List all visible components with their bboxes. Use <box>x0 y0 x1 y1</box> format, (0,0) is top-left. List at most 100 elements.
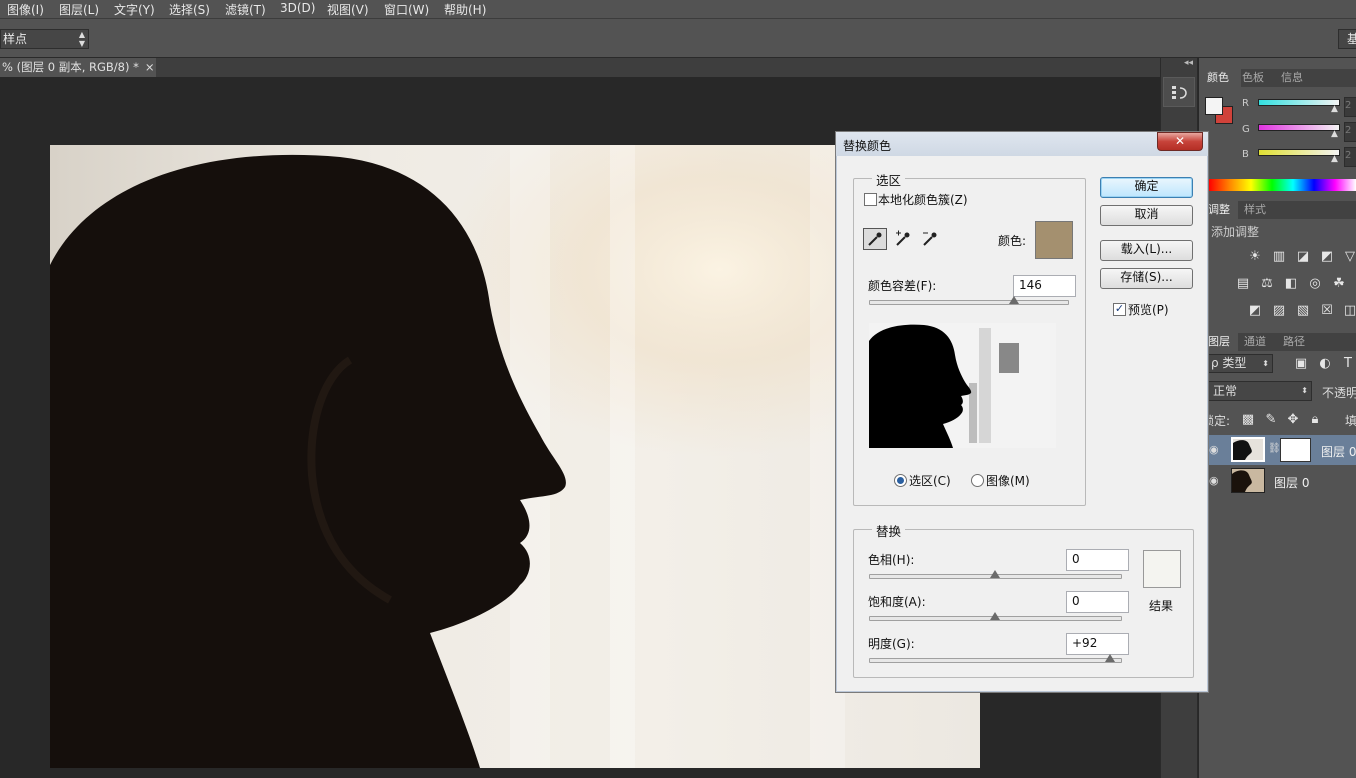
levels-icon[interactable]: ▥ <box>1271 250 1287 264</box>
lock-transparent-icon[interactable]: ▩ <box>1240 413 1256 427</box>
tab-styles[interactable]: 样式 <box>1244 201 1266 219</box>
hue-input[interactable]: 0 <box>1066 549 1129 571</box>
selective-color-icon[interactable]: ☒ <box>1319 304 1335 318</box>
load-button[interactable]: 载入(L)... <box>1100 240 1193 261</box>
threshold-icon[interactable]: ▧ <box>1295 304 1311 318</box>
layer-name[interactable]: 图层 0 <box>1274 474 1309 491</box>
channel-b-slider[interactable] <box>1258 149 1340 156</box>
filter-type-icon[interactable]: T <box>1340 357 1356 371</box>
lock-move-icon[interactable]: ✥ <box>1285 413 1301 427</box>
vibrance-icon[interactable]: ▽ <box>1342 250 1356 264</box>
channel-r-value[interactable]: 2 <box>1344 97 1356 117</box>
selected-color-swatch[interactable] <box>1035 221 1073 259</box>
layer-filter-select[interactable]: ρ 类型 ⬍ <box>1207 354 1273 373</box>
fuzziness-slider-thumb[interactable] <box>1008 296 1019 304</box>
tab-channels[interactable]: 通道 <box>1244 333 1266 351</box>
history-panel-button[interactable] <box>1163 77 1195 107</box>
menu-filter[interactable]: 滤镜(T) <box>225 1 266 18</box>
posterize-icon[interactable]: ▨ <box>1271 304 1287 318</box>
blend-mode-select[interactable]: 正常 ⬍ <box>1207 381 1312 401</box>
layer-mask-thumbnail[interactable] <box>1280 438 1311 462</box>
menu-bar: 图像(I) 图层(L) 文字(Y) 选择(S) 滤镜(T) 3D(D) 视图(V… <box>0 0 1356 18</box>
preview-checkbox[interactable]: ✓ <box>1113 303 1126 316</box>
options-bar <box>0 18 1356 58</box>
brightness-icon[interactable]: ☀ <box>1247 250 1263 264</box>
radio-selection[interactable] <box>894 474 907 487</box>
slider-thumb-icon[interactable]: ▲ <box>1331 104 1338 114</box>
tab-adjustments[interactable]: 调整 <box>1208 201 1238 219</box>
eyedropper-plus-icon <box>896 230 910 246</box>
collapse-panels-icon[interactable]: ◂◂ <box>1184 58 1193 68</box>
layer-thumbnail <box>1231 468 1265 493</box>
eyedropper-tool[interactable] <box>863 228 887 250</box>
channel-g-value[interactable]: 2 <box>1344 122 1356 142</box>
channel-b-value[interactable]: 2 <box>1344 147 1356 167</box>
tab-layers[interactable]: 图层 <box>1208 333 1238 351</box>
layer-row[interactable]: ◉ 图层 0 <box>1203 466 1356 496</box>
selected-color-label: 颜色: <box>998 234 1027 248</box>
tab-color[interactable]: 颜色 <box>1203 69 1241 87</box>
channel-g-slider[interactable] <box>1258 124 1340 131</box>
curves-icon[interactable]: ◪ <box>1295 250 1311 264</box>
selection-group-title: 选区 <box>872 170 906 189</box>
layer-name[interactable]: 图层 0 <box>1321 443 1356 460</box>
lightness-slider-thumb[interactable] <box>1105 654 1115 662</box>
radio-image[interactable] <box>971 474 984 487</box>
save-button[interactable]: 存储(S)... <box>1100 268 1193 289</box>
hue-saturation-icon[interactable]: ▤ <box>1235 277 1251 291</box>
menu-select[interactable]: 选择(S) <box>169 1 210 18</box>
saturation-input[interactable]: 0 <box>1066 591 1129 613</box>
document-tab[interactable]: % (图层 0 副本, RGB/8) * × <box>0 58 156 77</box>
tab-info[interactable]: 信息 <box>1281 69 1303 87</box>
link-icon[interactable]: ⛓ <box>1268 443 1281 454</box>
localized-clusters-checkbox[interactable] <box>864 193 877 206</box>
saturation-slider-thumb[interactable] <box>990 612 1000 620</box>
sample-size-select[interactable]: 样点 ▲ ▼ <box>0 29 89 49</box>
channel-r-slider[interactable] <box>1258 99 1340 106</box>
lightness-input[interactable]: +92 <box>1066 633 1129 655</box>
ok-button[interactable]: 确定 <box>1100 177 1193 198</box>
lightness-label: 明度(G): <box>868 637 915 651</box>
layer-row[interactable]: ◉ ⛓ 图层 0 <box>1203 435 1356 465</box>
eyedropper-minus-tool[interactable] <box>918 228 942 250</box>
lightness-slider[interactable] <box>869 658 1122 663</box>
slider-thumb-icon[interactable]: ▲ <box>1331 129 1338 139</box>
menu-type[interactable]: 文字(Y) <box>114 1 155 18</box>
foreground-color-swatch[interactable] <box>1205 97 1223 115</box>
filter-adjust-icon[interactable]: ◐ <box>1317 357 1333 371</box>
photo-filter-icon[interactable]: ◎ <box>1307 277 1323 291</box>
hue-slider-thumb[interactable] <box>990 570 1000 578</box>
gradient-map-icon[interactable]: ◫ <box>1342 304 1356 318</box>
exposure-icon[interactable]: ◩ <box>1319 250 1335 264</box>
fuzziness-slider[interactable] <box>869 300 1069 305</box>
menu-window[interactable]: 窗口(W) <box>384 1 429 18</box>
fuzziness-input[interactable]: 146 <box>1013 275 1076 297</box>
menu-3d[interactable]: 3D(D) <box>280 1 315 15</box>
eyedropper-icon <box>868 232 882 246</box>
menu-view[interactable]: 视图(V) <box>327 1 369 18</box>
black-white-icon[interactable]: ◧ <box>1283 277 1299 291</box>
cancel-button[interactable]: 取消 <box>1100 205 1193 226</box>
workspace-button[interactable]: 基 <box>1338 29 1356 49</box>
lock-all-icon[interactable]: 🔒︎ <box>1307 413 1323 427</box>
tab-swatches[interactable]: 色板 <box>1242 69 1264 87</box>
menu-help[interactable]: 帮助(H) <box>444 1 486 18</box>
filter-pixel-icon[interactable]: ▣ <box>1293 357 1309 371</box>
eyedropper-plus-tool[interactable] <box>891 228 915 250</box>
dialog-close-button[interactable]: ✕ <box>1157 132 1203 151</box>
spectrum-ramp[interactable] <box>1209 179 1356 191</box>
channel-mixer-icon[interactable]: ☘ <box>1331 277 1347 291</box>
eye-icon[interactable]: ◉ <box>1209 474 1219 487</box>
eye-icon[interactable]: ◉ <box>1209 443 1219 456</box>
slider-thumb-icon[interactable]: ▲ <box>1331 154 1338 164</box>
menu-image[interactable]: 图像(I) <box>7 1 44 18</box>
dialog-title-bar[interactable] <box>836 132 1208 156</box>
menu-layer[interactable]: 图层(L) <box>59 1 99 18</box>
lock-brush-icon[interactable]: ✎ <box>1263 413 1279 427</box>
close-tab-icon[interactable]: × <box>145 60 155 74</box>
color-balance-icon[interactable]: ⚖ <box>1259 277 1275 291</box>
result-label: 结果 <box>1149 599 1174 613</box>
result-color-swatch[interactable] <box>1143 550 1181 588</box>
tab-paths[interactable]: 路径 <box>1283 333 1305 351</box>
invert-icon[interactable]: ◩ <box>1247 304 1263 318</box>
